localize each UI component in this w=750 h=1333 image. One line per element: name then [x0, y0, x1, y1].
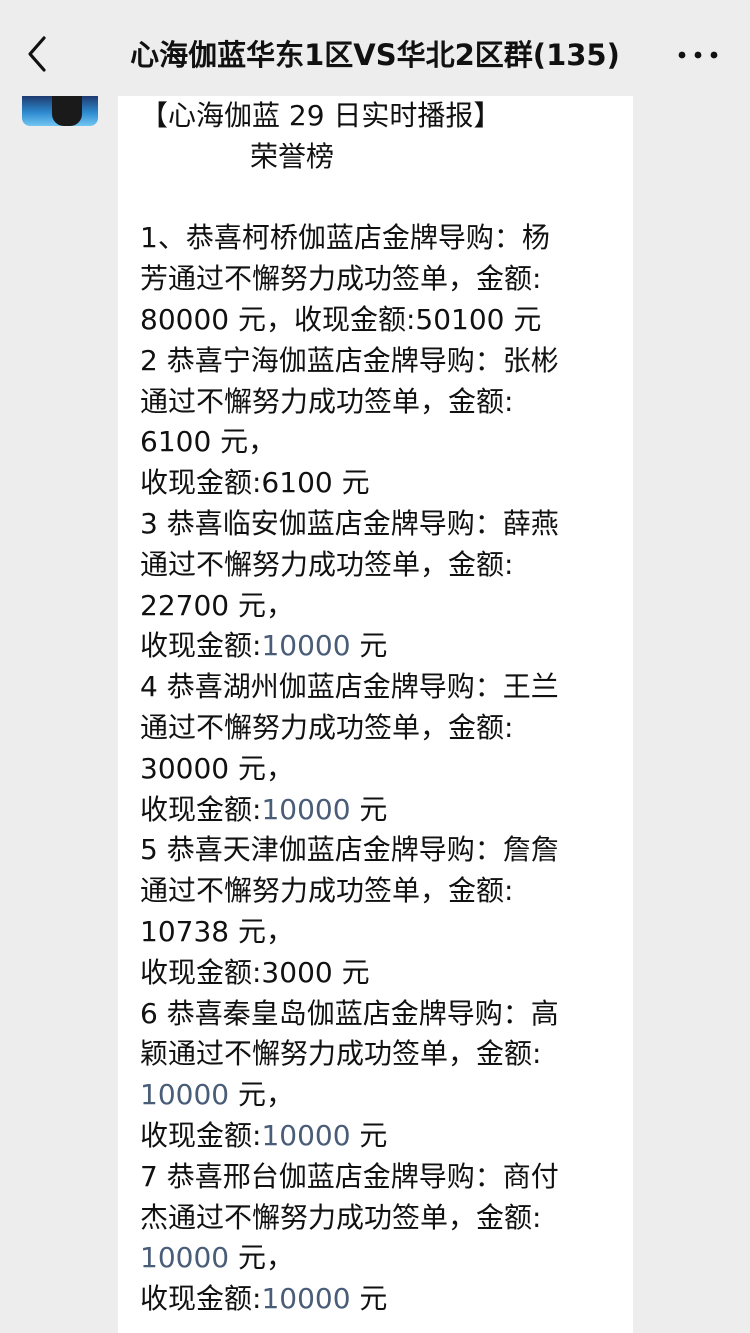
cash-line: 收现金额:10000 元 — [140, 626, 620, 667]
entry-line: 30000 元， — [140, 751, 294, 785]
unit-text: 元 — [350, 1118, 388, 1152]
top-bar: 心海伽蓝华东1区VS华北2区群(135) — [0, 0, 750, 100]
unit-text: 元 — [350, 792, 388, 826]
entry-line: 收现金额:6100 元 — [140, 466, 370, 500]
unit-text: 元， — [229, 1078, 294, 1112]
entry-line: 颖通过不懈努力成功签单，金额: — [140, 1037, 542, 1071]
entry-line: 80000 元，收现金额:50100 元 — [140, 302, 542, 336]
entry-line: 杰通过不懈努力成功签单，金额: — [140, 1200, 542, 1234]
cash-label: 收现金额: — [140, 629, 262, 663]
entry-line: 芳通过不懈努力成功签单，金额: — [140, 262, 542, 296]
message-bubble[interactable]: 【心海伽蓝 29 日实时播报】 荣誉榜 1、恭喜柯桥伽蓝店金牌导购：杨 芳通过不… — [118, 96, 633, 1333]
cash-label: 收现金额: — [140, 1282, 262, 1316]
number-link[interactable]: 10000 — [261, 1282, 350, 1315]
cash-label: 收现金额: — [140, 792, 262, 826]
entry-line: 通过不懈努力成功签单，金额: — [140, 874, 514, 908]
number-link[interactable]: 10000 — [261, 629, 350, 662]
unit-text: 元 — [350, 629, 388, 663]
cash-line: 收现金额:10000 元 — [140, 790, 620, 831]
cash-label: 收现金额: — [140, 1118, 262, 1152]
cash-line: 收现金额:10000 元 — [140, 1116, 620, 1157]
more-dots-icon[interactable] — [676, 40, 720, 70]
number-link[interactable]: 10000 — [261, 1119, 350, 1152]
entry-line: 通过不懈努力成功签单，金额: — [140, 710, 514, 744]
entry-line: 通过不懈努力成功签单，金额: — [140, 384, 514, 418]
amount-line: 10000 元， — [140, 1075, 620, 1116]
entry-line: 3 恭喜临安伽蓝店金牌导购：薛燕 — [140, 506, 559, 540]
cash-line: 收现金额:10000 元 — [140, 1279, 620, 1320]
number-link[interactable]: 10000 — [140, 1078, 229, 1111]
entry-line: 通过不懈努力成功签单，金额: — [140, 547, 514, 581]
entry-line: 22700 元， — [140, 588, 294, 622]
entry-line: 收现金额:3000 元 — [140, 955, 370, 989]
chat-title: 心海伽蓝华东1区VS华北2区群(135) — [130, 38, 620, 72]
unit-text: 元， — [229, 1241, 294, 1275]
entry-line: 10738 元， — [140, 914, 294, 948]
sender-avatar[interactable] — [22, 96, 98, 126]
entry-line: 5 恭喜天津伽蓝店金牌导购：詹詹 — [140, 833, 559, 867]
number-link[interactable]: 10000 — [140, 1241, 229, 1274]
unit-text: 元 — [350, 1282, 388, 1316]
number-link[interactable]: 10000 — [261, 793, 350, 826]
entry-line: 2 恭喜宁海伽蓝店金牌导购：张彬 — [140, 343, 559, 377]
avatar-figure — [52, 96, 82, 126]
entry-line: 7 恭喜邢台伽蓝店金牌导购：商付 — [140, 1159, 559, 1193]
message-subheading: 荣誉榜 — [250, 139, 335, 173]
entry-line: 1、恭喜柯桥伽蓝店金牌导购：杨 — [140, 221, 550, 255]
amount-line: 10000 元， — [140, 1238, 620, 1279]
entry-line: 6100 元， — [140, 425, 277, 459]
entry-line: 6 恭喜秦皇岛伽蓝店金牌导购：高 — [140, 996, 559, 1030]
message-heading: 【心海伽蓝 29 日实时播报】 — [140, 99, 502, 132]
entry-line: 4 恭喜湖州伽蓝店金牌导购：王兰 — [140, 670, 559, 704]
message-text: 【心海伽蓝 29 日实时播报】 荣誉榜 1、恭喜柯桥伽蓝店金牌导购：杨 芳通过不… — [140, 96, 620, 1320]
